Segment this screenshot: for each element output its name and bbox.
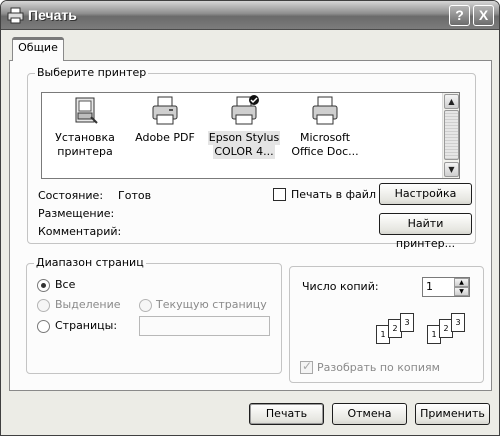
tab-panel-general: Выберите принтер Установка принтера Adob… [9,60,492,391]
copies-value: 1 [426,280,433,293]
check-icon: ✓ [302,359,313,373]
range-pages-label[interactable]: Страницы: [55,319,117,332]
printer-list-scrollbar[interactable]: ▲ ▼ [442,93,459,178]
collate-checkbox[interactable]: ✓ [300,359,313,374]
title-bar[interactable]: Печать ? X [1,1,499,30]
range-current-page-label[interactable]: Текущую страницу [156,298,267,311]
page-3-icon: 3 [451,313,465,332]
range-all-label[interactable]: Все [55,278,75,291]
spin-down-icon[interactable]: ▼ [454,287,469,296]
printer-label-line1: Adobe PDF [135,131,195,144]
printer-label-line2: COLOR 4... [213,145,275,159]
printer-list[interactable]: Установка принтера Adobe PDF Epson Stylu… [41,92,460,179]
printer-label-line1: Epson Stylus [207,131,281,145]
location-label: Размещение: [38,207,115,220]
tab-general-label: Общие [18,41,58,54]
printer-label-line2: Office Doc... [291,145,359,158]
scroll-down-icon[interactable]: ▼ [444,162,459,177]
printer-icon [231,95,259,125]
comment-label: Комментарий: [38,225,122,238]
status-value: Готов [118,189,152,202]
printer-icon [312,96,338,125]
collate-label[interactable]: Разобрать по копиям [317,361,440,374]
copies-spinner[interactable]: 1 ▲ ▼ [422,277,470,297]
help-button[interactable]: ? [449,5,470,26]
range-all-radio[interactable] [37,279,50,292]
cancel-button-label: Отмена [347,407,392,420]
printer-group-title: Выберите принтер [35,66,149,79]
settings-button[interactable]: Настройка [379,183,472,205]
spin-up-icon[interactable]: ▲ [454,278,469,287]
status-label: Состояние: [38,189,104,202]
window-title: Печать [28,7,77,23]
printer-label-line1: Microsoft [299,131,351,144]
print-dialog: Печать ? X Общие Выберите принтер Устано… [0,0,500,436]
range-pages-radio[interactable] [37,320,50,333]
printer-label-line2: принтера [57,145,113,158]
page-range-title: Диапазон страниц [34,256,146,269]
printer-icon [7,7,24,24]
range-current-page-radio[interactable] [139,299,152,312]
find-printer-button-label: Найти принтер... [395,217,456,250]
page-3-icon: 3 [400,313,414,332]
range-selection-label[interactable]: Выделение [55,298,121,311]
printer-label-line1: Установка [55,131,115,144]
range-selection-radio[interactable] [37,299,50,312]
apply-button[interactable]: Применить [415,403,490,425]
scroll-up-icon[interactable]: ▲ [444,94,459,109]
copies-group: Число копий: 1 ▲ ▼ 1 2 3 1 2 3 ✓ Разобра… [289,266,484,383]
printer-icon [152,96,178,125]
print-button[interactable]: Печать [249,403,324,425]
add-printer-icon [75,97,98,124]
close-button[interactable]: X [473,5,494,26]
cancel-button[interactable]: Отмена [332,403,407,425]
print-to-file-checkbox[interactable] [273,188,286,201]
scroll-thumb[interactable] [444,110,459,160]
printer-item-add[interactable]: Установка принтера [42,95,128,159]
printer-item-microsoft-office[interactable]: Microsoft Office Doc... [282,95,368,159]
printer-group: Выберите принтер Установка принтера Adob… [27,66,476,250]
copies-label: Число копий: [302,280,379,293]
printer-item-adobe-pdf[interactable]: Adobe PDF [122,95,208,159]
pages-input[interactable] [139,316,270,336]
print-button-label: Печать [265,407,308,420]
settings-button-label: Настройка [394,187,457,200]
printer-item-epson[interactable]: Epson Stylus COLOR 4... [201,95,287,159]
page-range-group: Диапазон страниц Все Выделение Текущую с… [26,256,282,374]
print-to-file-label[interactable]: Печать в файл [291,188,376,201]
find-printer-button[interactable]: Найти принтер... [379,213,472,250]
apply-button-label: Применить [420,407,485,420]
tab-general[interactable]: Общие [12,37,64,61]
